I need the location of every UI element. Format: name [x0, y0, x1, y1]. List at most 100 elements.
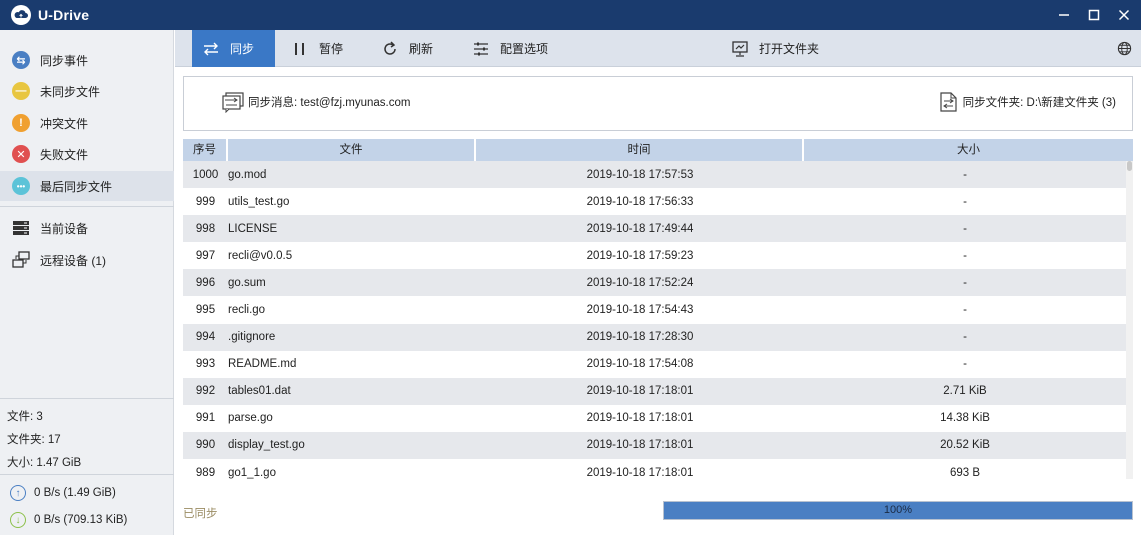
row-file: .gitignore — [228, 331, 276, 344]
row-index: 997 — [195, 249, 216, 262]
sidebar-divider — [0, 474, 174, 475]
minimize-button[interactable] — [1051, 0, 1077, 30]
row-size: - — [963, 331, 967, 344]
row-file: LICENSE — [228, 222, 278, 235]
sidebar-item-conflicts[interactable]: ! 冲突文件 — [0, 108, 174, 138]
sync-arrows-icon — [202, 40, 220, 58]
pause-label: 暂停 — [319, 42, 344, 56]
column-header-index[interactable]: 序号 — [183, 139, 228, 161]
row-index: 989 — [195, 466, 216, 479]
row-size: - — [963, 358, 967, 371]
sync-button[interactable]: 同步 — [192, 30, 275, 67]
table-row[interactable]: 993 README.md 2019-10-18 17:54:08 - — [183, 350, 1126, 378]
remote-device-icon — [12, 251, 30, 269]
column-header-time[interactable]: 时间 — [476, 139, 804, 161]
row-index: 995 — [195, 304, 216, 317]
table-scrollbar[interactable] — [1126, 161, 1133, 479]
sidebar-item-sync-events[interactable]: ⇆ 同步事件 — [0, 45, 174, 75]
row-time: 2019-10-18 17:18:01 — [586, 466, 694, 479]
table-row[interactable]: 995 recli.go 2019-10-18 17:54:43 - — [183, 296, 1126, 324]
row-size: 2.71 KiB — [943, 385, 987, 398]
row-index: 991 — [195, 412, 216, 425]
row-file: utils_test.go — [228, 195, 290, 208]
sync-label: 同步 — [230, 42, 255, 56]
globe-icon — [1115, 40, 1133, 58]
row-time: 2019-10-18 17:18:01 — [586, 385, 694, 398]
row-file: recli.go — [228, 304, 266, 317]
column-header-size[interactable]: 大小 — [804, 139, 1133, 161]
progress-label: 100% — [883, 504, 913, 516]
pause-button[interactable]: 暂停 — [291, 30, 343, 67]
sidebar-item-label: 当前设备 — [40, 221, 89, 236]
table-row[interactable]: 994 .gitignore 2019-10-18 17:28:30 - — [183, 323, 1126, 351]
sidebar-divider — [0, 206, 174, 207]
language-button[interactable] — [1115, 30, 1141, 67]
app-title: U-Drive — [38, 7, 90, 23]
sidebar-item-remote-device[interactable]: 远程设备 (1) — [0, 245, 174, 275]
conflict-icon: ! — [12, 114, 30, 132]
sync-progress-bar: 100% — [663, 501, 1133, 520]
scroll-thumb[interactable] — [1127, 161, 1132, 171]
column-header-file[interactable]: 文件 — [228, 139, 476, 161]
table-row[interactable]: 990 display_test.go 2019-10-18 17:18:01 20.… — [183, 431, 1126, 460]
sync-message-text: 同步消息: test@fzj.myunas.com — [248, 97, 411, 109]
folder-sync-icon — [940, 92, 957, 112]
minimize-icon — [1059, 14, 1069, 16]
table-row[interactable]: 997 recli@v0.0.5 2019-10-18 17:59:23 - — [183, 242, 1126, 270]
row-index: 992 — [195, 385, 216, 398]
table-row[interactable]: 998 LICENSE 2019-10-18 17:49:44 - — [183, 215, 1126, 243]
row-size: - — [963, 304, 967, 317]
download-speed-text: 0 B/s (709.13 KiB) — [34, 514, 128, 526]
row-time: 2019-10-18 17:18:01 — [586, 439, 694, 452]
sync-status: 已同步 — [183, 508, 218, 520]
sidebar-item-label: 最后同步文件 — [40, 179, 113, 194]
last-sync-icon: ••• — [12, 177, 30, 195]
row-size: - — [963, 168, 967, 181]
refresh-label: 刷新 — [409, 42, 434, 56]
sidebar-item-last-synced[interactable]: ••• 最后同步文件 — [0, 171, 174, 201]
row-time: 2019-10-18 17:18:01 — [586, 412, 694, 425]
download-speed: ↓ 0 B/s (709.13 KiB) — [10, 512, 127, 528]
config-label: 配置选项 — [500, 42, 549, 56]
row-index: 998 — [195, 222, 216, 235]
table-row[interactable]: 999 utils_test.go 2019-10-18 17:56:33 - — [183, 188, 1126, 216]
open-folder-button[interactable]: 打开文件夹 — [731, 30, 819, 67]
sidebar-item-unsynced[interactable]: — 未同步文件 — [0, 76, 174, 106]
toolbar: 同步 暂停 刷新 配置选项 打开文件夹 — [175, 30, 1141, 67]
sync-folder-text: 同步文件夹: D:\新建文件夹 (3) — [962, 97, 1116, 109]
close-icon — [1118, 9, 1130, 21]
message-icon — [222, 92, 244, 113]
sidebar-divider — [0, 398, 174, 399]
table-row[interactable]: 992 tables01.dat 2019-10-18 17:18:01 2.71 K… — [183, 377, 1126, 405]
close-button[interactable] — [1111, 0, 1137, 30]
sidebar-item-failed[interactable]: ✕ 失败文件 — [0, 139, 174, 169]
upload-speed: ↑ 0 B/s (1.49 GiB) — [10, 485, 116, 501]
refresh-icon — [381, 40, 399, 58]
table-row[interactable]: 996 go.sum 2019-10-18 17:52:24 - — [183, 269, 1126, 297]
row-size: - — [963, 222, 967, 235]
row-time: 2019-10-18 17:56:33 — [586, 195, 694, 208]
open-folder-label: 打开文件夹 — [759, 42, 820, 56]
table-row[interactable]: 991 parse.go 2019-10-18 17:18:01 14.38 KiB — [183, 404, 1126, 432]
config-button[interactable]: 配置选项 — [472, 30, 548, 67]
table-row[interactable]: 1000 go.mod 2019-10-18 17:57:53 - — [183, 161, 1126, 189]
failed-icon: ✕ — [12, 145, 30, 163]
upload-speed-text: 0 B/s (1.49 GiB) — [34, 487, 116, 499]
sync-info-panel: 同步消息: test@fzj.myunas.com 同步文件夹: D:\新建文件… — [183, 76, 1133, 131]
row-size: 20.52 KiB — [940, 439, 990, 452]
maximize-icon — [1088, 9, 1100, 21]
row-file: display_test.go — [228, 439, 305, 452]
refresh-button[interactable]: 刷新 — [381, 30, 433, 67]
sidebar-item-current-device[interactable]: 当前设备 — [0, 213, 174, 243]
maximize-button[interactable] — [1081, 0, 1107, 30]
row-index: 996 — [195, 276, 216, 289]
total-size: 大小: 1.47 GiB — [7, 457, 82, 469]
row-index: 999 — [195, 195, 216, 208]
sidebar-item-label: 未同步文件 — [40, 84, 101, 99]
row-time: 2019-10-18 17:28:30 — [586, 331, 694, 344]
sidebar-item-label: 远程设备 (1) — [40, 253, 107, 268]
row-time: 2019-10-18 17:49:44 — [586, 222, 694, 235]
row-time: 2019-10-18 17:54:08 — [586, 358, 694, 371]
row-index: 993 — [195, 358, 216, 371]
table-row[interactable]: 989 go1_1.go 2019-10-18 17:18:01 693 B — [183, 459, 1126, 479]
